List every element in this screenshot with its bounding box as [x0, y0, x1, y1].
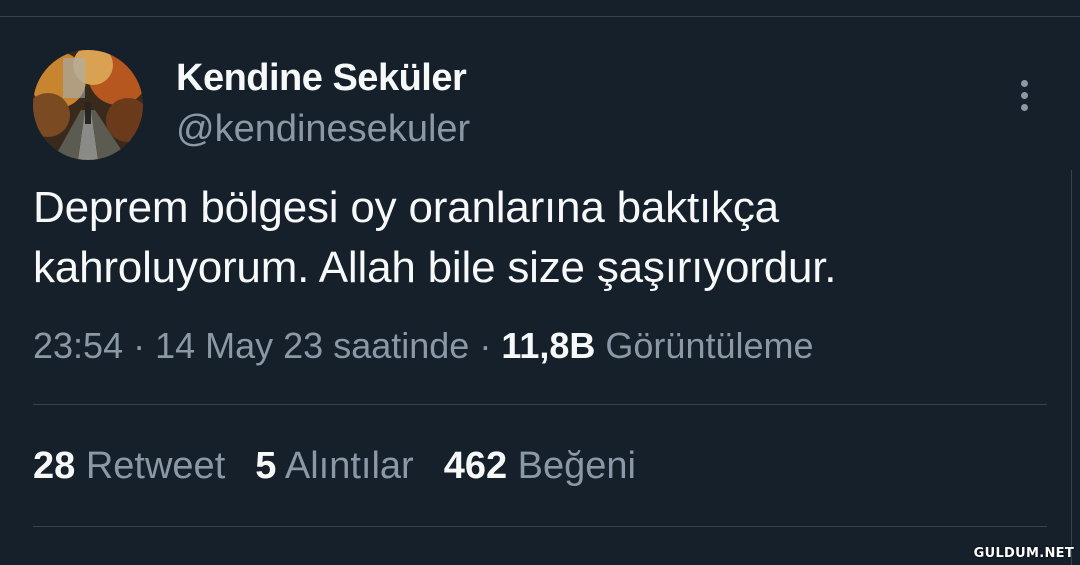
- views-count: 11,8B: [501, 325, 596, 366]
- stats-top-divider: [33, 404, 1047, 405]
- retweets-count: 28: [33, 445, 76, 487]
- more-dot: [1021, 92, 1028, 99]
- more-dot: [1021, 80, 1028, 87]
- author-display-name[interactable]: Kendine Seküler: [176, 57, 467, 100]
- tweet-text-line: kahroluyorum. Allah bile size şaşırıyord…: [33, 243, 837, 292]
- likes-label: Beğeni: [517, 445, 636, 487]
- watermark: GULDUM.NET: [973, 546, 1074, 561]
- tweet-stats: 28 Retweet 5 Alıntılar 462 Beğeni: [33, 445, 666, 488]
- more-dot: [1021, 104, 1028, 111]
- scrollbar-track[interactable]: [1071, 170, 1080, 565]
- retweets-stat[interactable]: 28 Retweet: [33, 445, 225, 488]
- retweets-label: Retweet: [85, 445, 226, 487]
- tweet-meta: 23:54 · 14 May 23 saatinde · 11,8B Görün…: [33, 325, 814, 367]
- tweet-text-line: Deprem bölgesi oy oranlarına baktıkça: [33, 183, 779, 232]
- top-divider: [0, 16, 1080, 17]
- quotes-label: Alıntılar: [284, 445, 414, 487]
- tweet-time[interactable]: 23:54: [33, 325, 123, 366]
- views-label: Görüntüleme: [605, 325, 814, 366]
- author-handle[interactable]: @kendinesekuler: [176, 108, 470, 151]
- quotes-count: 5: [255, 445, 277, 487]
- meta-separator: ·: [123, 325, 156, 366]
- stats-bottom-divider: [33, 526, 1047, 527]
- more-vertical-icon[interactable]: [1016, 78, 1034, 114]
- avatar-photo: [33, 50, 143, 160]
- likes-stat[interactable]: 462 Beğeni: [444, 445, 636, 488]
- tweet-text: Deprem bölgesi oy oranlarına baktıkça ka…: [33, 178, 1033, 298]
- likes-count: 462: [443, 445, 508, 487]
- tweet-date[interactable]: 14 May 23 saatinde: [155, 325, 469, 366]
- avatar[interactable]: [33, 50, 143, 160]
- quotes-stat[interactable]: 5 Alıntılar: [255, 445, 413, 488]
- meta-separator: ·: [469, 325, 502, 366]
